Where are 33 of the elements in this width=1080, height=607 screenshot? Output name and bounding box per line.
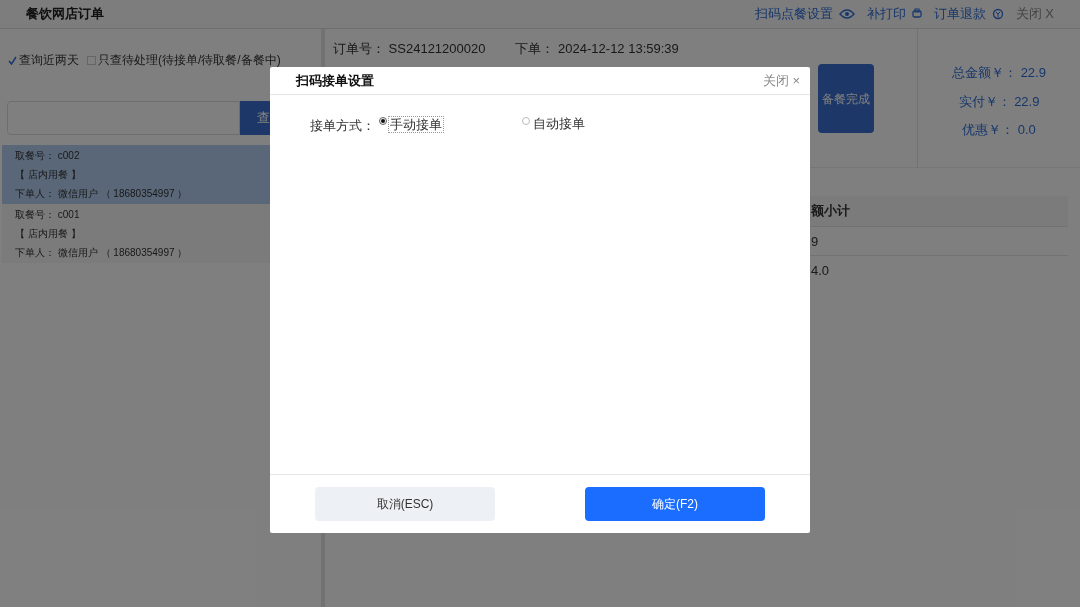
- total-amount: 优惠￥： 0.0: [962, 121, 1036, 139]
- buyer-info: 下单人： 微信用户 （ 18680354997 ）: [15, 246, 189, 260]
- buyer-info: 下单人： 微信用户 （ 18680354997 ）: [15, 187, 189, 201]
- search-field[interactable]: [7, 101, 240, 135]
- checkbox-label: 只查待处理(待接单/待取餐/备餐中): [98, 53, 281, 67]
- order-time: 下单： 2024-12-12 13:59:39: [515, 40, 679, 58]
- toolbar-link[interactable]: 扫码点餐设置: [754, 4, 833, 24]
- total-amount: 实付￥： 22.9: [958, 92, 1040, 111]
- order-type: 【 店内用餐 】: [15, 227, 82, 241]
- order-type: 【 店内用餐 】: [15, 168, 82, 182]
- cancel-button[interactable]: 取消(ESC): [315, 487, 495, 521]
- column-header: 额小计: [811, 202, 851, 220]
- confirm-button[interactable]: 确定(F2): [585, 487, 765, 521]
- radio-button[interactable]: [522, 117, 530, 125]
- total-amount: 总金额￥： 22.9: [952, 64, 1046, 82]
- printer-icon[interactable]: [911, 8, 922, 20]
- toolbar-link[interactable]: 订单退款: [933, 4, 986, 24]
- radio-button[interactable]: [379, 117, 387, 125]
- close-button[interactable]: 关闭 ×: [762, 70, 800, 91]
- pickup-number: 取餐号： c001: [15, 208, 81, 222]
- checkbox[interactable]: [8, 55, 17, 65]
- dialog-title: 扫码接单设置: [296, 71, 374, 90]
- toolbar-link[interactable]: 补打印: [866, 4, 906, 24]
- radio-label: 自动接单: [532, 116, 586, 131]
- pickup-number: 取餐号： c002: [15, 149, 81, 163]
- order-number: 订单号： SS24121200020: [333, 40, 486, 58]
- radio-label: 手动接单: [388, 116, 444, 133]
- refund-icon[interactable]: [991, 8, 1004, 20]
- eye-icon[interactable]: [838, 8, 855, 20]
- window-title: 餐饮网店订单: [26, 5, 104, 24]
- prepared-button[interactable]: 备餐完成: [818, 64, 874, 133]
- checkbox-label: 查询近两天: [19, 53, 79, 67]
- field-label: 接单方式：: [310, 117, 375, 135]
